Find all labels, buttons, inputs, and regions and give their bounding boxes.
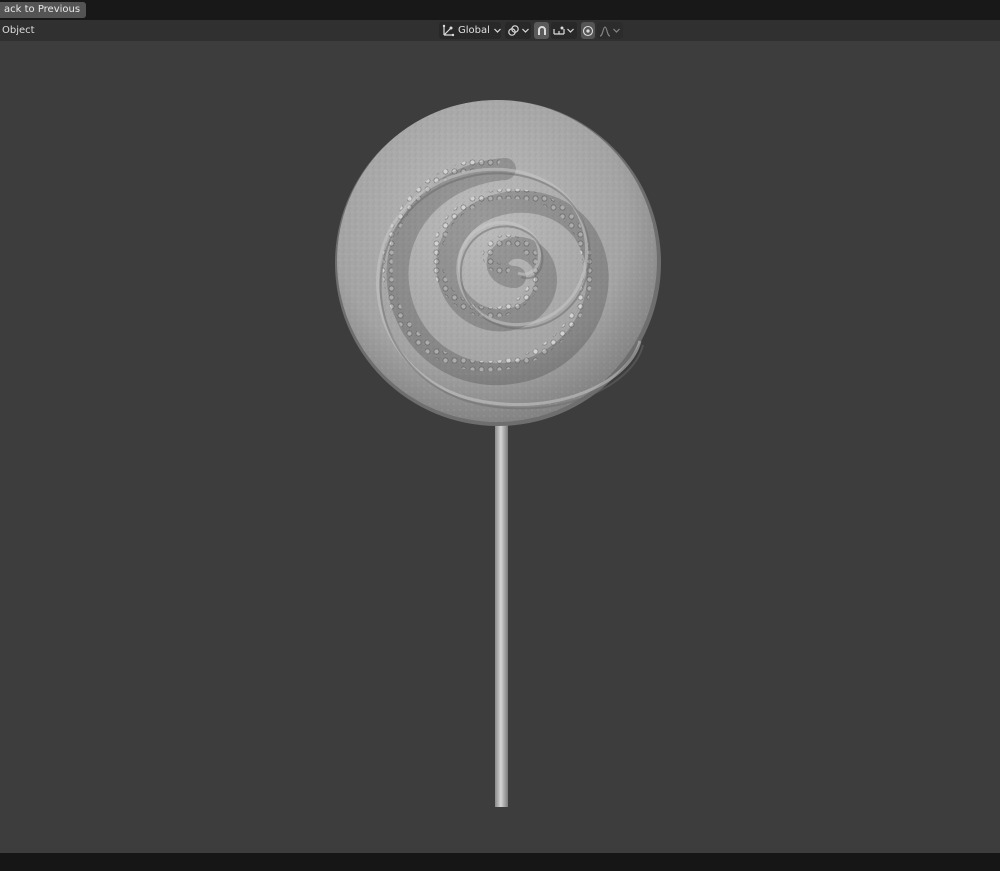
proportional-falloff-dropdown[interactable] xyxy=(597,22,623,39)
snap-magnet-icon xyxy=(536,25,548,37)
chevron-down-icon xyxy=(493,26,502,35)
top-bar: ack to Previous xyxy=(0,0,1000,20)
3d-viewport[interactable] xyxy=(0,41,1000,853)
falloff-curve-icon xyxy=(599,25,611,37)
proportional-circle-icon xyxy=(582,25,594,37)
snapping-controls xyxy=(534,22,578,39)
snap-toggle-button[interactable] xyxy=(534,22,549,39)
object-mode-label[interactable]: Object xyxy=(2,20,35,41)
back-to-previous-button[interactable]: ack to Previous xyxy=(0,2,87,18)
lollipop-stick xyxy=(495,423,508,807)
status-bar xyxy=(0,853,1000,871)
orientation-value: Global xyxy=(458,25,490,36)
orientation-axes-icon xyxy=(442,24,455,37)
chevron-down-icon xyxy=(612,26,621,35)
lollipop-candy xyxy=(335,100,661,426)
snap-increment-icon xyxy=(553,25,565,37)
chevron-down-icon xyxy=(521,26,530,35)
pivot-link-icon xyxy=(507,24,520,37)
snap-target-dropdown[interactable] xyxy=(551,22,577,39)
pivot-point-dropdown[interactable] xyxy=(505,22,531,39)
chevron-down-icon xyxy=(566,26,575,35)
proportional-editing-toggle[interactable] xyxy=(581,22,595,39)
transform-orientation-dropdown[interactable]: Global xyxy=(439,22,501,39)
proportional-editing-controls xyxy=(581,22,623,39)
lollipop-model xyxy=(335,100,661,807)
viewport-header: Object Global xyxy=(0,20,1000,41)
